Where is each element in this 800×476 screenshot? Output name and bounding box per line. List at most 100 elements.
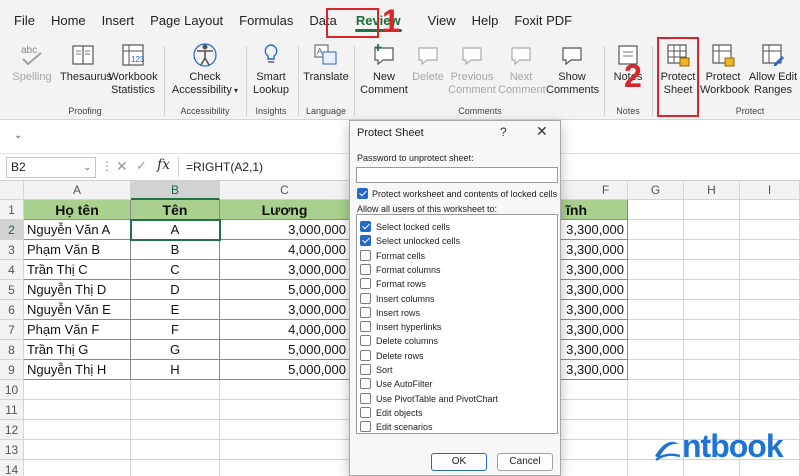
cancel-entry-icon[interactable]: ✕ bbox=[116, 158, 128, 175]
cell[interactable] bbox=[220, 440, 350, 460]
cell[interactable] bbox=[684, 340, 740, 360]
column-header-b[interactable]: B bbox=[131, 181, 220, 200]
allowance-cell[interactable]: 3,300,000 bbox=[560, 240, 628, 260]
code-cell[interactable]: F bbox=[131, 320, 220, 340]
cell[interactable] bbox=[24, 420, 131, 440]
workbook-statistics-button[interactable]: 123 Workbook Statistics bbox=[108, 42, 158, 97]
cell[interactable] bbox=[220, 420, 350, 440]
allowance-cell[interactable]: 3,300,000 bbox=[560, 360, 628, 380]
delete-comment-button[interactable]: Delete bbox=[410, 42, 446, 84]
cell[interactable] bbox=[220, 380, 350, 400]
cell[interactable] bbox=[684, 260, 740, 280]
permission-option[interactable]: Delete rows bbox=[357, 349, 557, 363]
permission-checkbox[interactable] bbox=[360, 278, 371, 290]
check-accessibility-button[interactable]: Check Accessibility ▾ bbox=[170, 42, 240, 97]
cell[interactable] bbox=[740, 280, 800, 300]
cell[interactable] bbox=[628, 300, 684, 320]
permission-option[interactable]: Delete columns bbox=[357, 334, 557, 348]
row-header[interactable]: 10 bbox=[0, 380, 24, 400]
permission-option[interactable]: Edit objects bbox=[357, 406, 557, 420]
cell[interactable] bbox=[740, 260, 800, 280]
row-header[interactable]: 1 bbox=[0, 200, 24, 220]
cell[interactable] bbox=[740, 300, 800, 320]
ok-button[interactable]: OK bbox=[431, 453, 487, 471]
table-header-cell[interactable]: Tên bbox=[131, 200, 220, 220]
cell[interactable] bbox=[684, 220, 740, 240]
cell[interactable] bbox=[740, 240, 800, 260]
next-comment-button[interactable]: Next Comment bbox=[498, 42, 546, 97]
row-header[interactable]: 14 bbox=[0, 460, 24, 476]
row-header[interactable]: 12 bbox=[0, 420, 24, 440]
tab-foxit-pdf[interactable]: Foxit PDF bbox=[506, 0, 580, 40]
tab-home[interactable]: Home bbox=[43, 0, 94, 40]
column-header-g[interactable]: G bbox=[628, 181, 684, 200]
name-cell[interactable]: Trần Thị C bbox=[24, 260, 131, 280]
salary-cell[interactable]: 5,000,000 bbox=[220, 340, 350, 360]
cell[interactable] bbox=[560, 400, 628, 420]
row-header[interactable]: 2 bbox=[0, 220, 24, 240]
cell[interactable] bbox=[560, 420, 628, 440]
column-header-a[interactable]: A bbox=[24, 181, 131, 200]
spelling-button[interactable]: abc Spelling bbox=[10, 42, 54, 84]
cell[interactable] bbox=[684, 300, 740, 320]
code-cell[interactable]: C bbox=[131, 260, 220, 280]
cell[interactable] bbox=[131, 460, 220, 476]
permission-checkbox[interactable] bbox=[360, 421, 371, 433]
salary-cell[interactable]: 3,000,000 bbox=[220, 260, 350, 280]
column-header-f[interactable]: F bbox=[560, 181, 628, 200]
name-box[interactable]: B2 ⌄ bbox=[6, 157, 96, 178]
permission-checkbox[interactable] bbox=[360, 263, 371, 275]
permission-option[interactable]: Select locked cells bbox=[357, 220, 557, 234]
cell[interactable] bbox=[131, 380, 220, 400]
cell[interactable] bbox=[220, 400, 350, 420]
cell[interactable] bbox=[560, 440, 628, 460]
permission-checkbox[interactable] bbox=[360, 406, 371, 418]
row-header[interactable]: 4 bbox=[0, 260, 24, 280]
cell[interactable] bbox=[628, 320, 684, 340]
confirm-entry-icon[interactable]: ✓ bbox=[136, 158, 147, 174]
cell[interactable] bbox=[24, 440, 131, 460]
code-cell[interactable]: D bbox=[131, 280, 220, 300]
permission-checkbox[interactable] bbox=[360, 292, 371, 304]
row-header[interactable]: 7 bbox=[0, 320, 24, 340]
permission-checkbox[interactable] bbox=[360, 321, 371, 333]
row-header[interactable]: 3 bbox=[0, 240, 24, 260]
cell[interactable] bbox=[24, 400, 131, 420]
permission-option[interactable]: Insert rows bbox=[357, 306, 557, 320]
tab-insert[interactable]: Insert bbox=[94, 0, 143, 40]
previous-comment-button[interactable]: Previous Comment bbox=[448, 42, 496, 97]
cell[interactable] bbox=[740, 400, 800, 420]
formula-input[interactable]: =RIGHT(A2,1) bbox=[186, 160, 263, 174]
name-cell[interactable]: Nguyễn Văn E bbox=[24, 300, 131, 320]
column-header-h[interactable]: H bbox=[684, 181, 740, 200]
name-cell[interactable]: Nguyễn Văn A bbox=[24, 220, 131, 240]
cell[interactable] bbox=[740, 320, 800, 340]
cell[interactable] bbox=[560, 460, 628, 476]
name-cell[interactable]: Phạm Văn F bbox=[24, 320, 131, 340]
table-header-cell[interactable]: Lương bbox=[220, 200, 350, 220]
salary-cell[interactable]: 3,000,000 bbox=[220, 300, 350, 320]
cell[interactable] bbox=[684, 360, 740, 380]
code-cell[interactable]: H bbox=[131, 360, 220, 380]
cell[interactable] bbox=[131, 440, 220, 460]
row-header[interactable]: 11 bbox=[0, 400, 24, 420]
salary-cell[interactable]: 4,000,000 bbox=[220, 240, 350, 260]
protect-workbook-button[interactable]: Protect Workbook bbox=[700, 42, 749, 97]
row-header[interactable]: 9 bbox=[0, 360, 24, 380]
cell[interactable] bbox=[628, 280, 684, 300]
tab-formulas[interactable]: Formulas bbox=[231, 0, 301, 40]
cell[interactable] bbox=[24, 460, 131, 476]
cell[interactable] bbox=[740, 360, 800, 380]
row-header[interactable]: 13 bbox=[0, 440, 24, 460]
cell[interactable] bbox=[628, 360, 684, 380]
cancel-button[interactable]: Cancel bbox=[497, 453, 553, 471]
cell[interactable] bbox=[628, 200, 684, 220]
code-cell[interactable]: G bbox=[131, 340, 220, 360]
cell[interactable] bbox=[220, 460, 350, 476]
permission-checkbox[interactable] bbox=[360, 335, 371, 347]
permission-option[interactable]: Select unlocked cells bbox=[357, 234, 557, 248]
permission-checkbox[interactable] bbox=[360, 221, 371, 232]
protect-worksheet-checkbox[interactable] bbox=[357, 188, 368, 199]
cell[interactable] bbox=[740, 220, 800, 240]
cell[interactable] bbox=[131, 400, 220, 420]
